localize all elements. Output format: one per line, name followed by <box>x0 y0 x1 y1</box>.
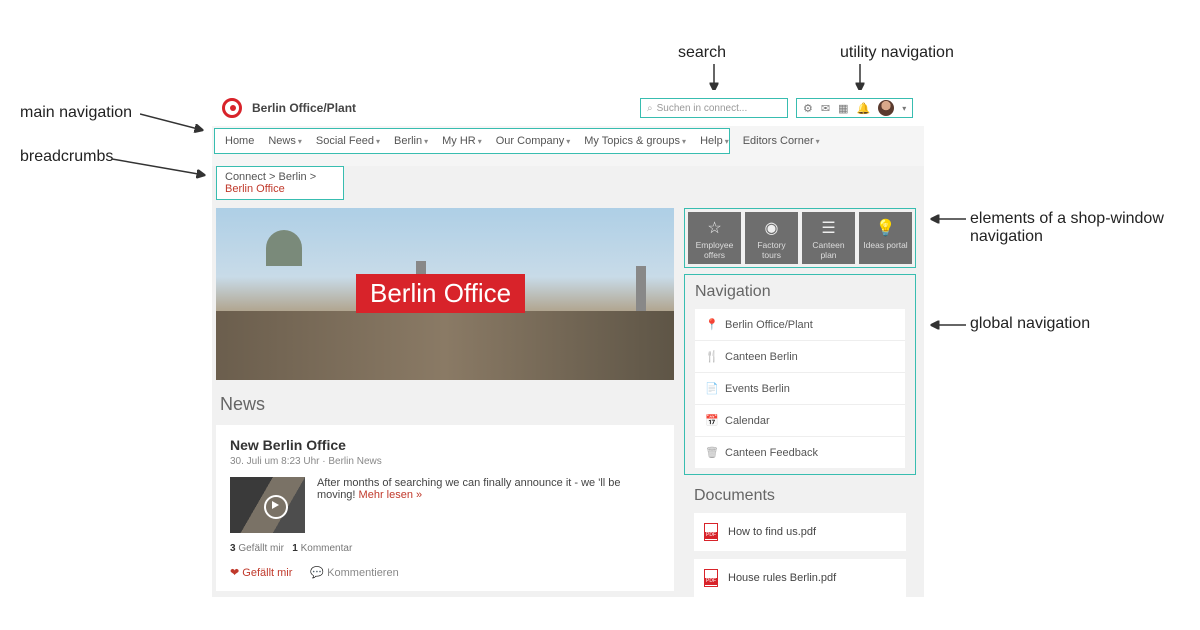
shop-window-nav: ☆Employee offers ◉Factory tours ☰Canteen… <box>684 208 916 268</box>
bell-icon[interactable]: 🔔 <box>857 102 871 115</box>
apps-icon[interactable]: ▦ <box>838 102 848 115</box>
news-card: New Berlin Office 30. Juli um 8:23 Uhr ·… <box>216 425 674 591</box>
site-title: Berlin Office/Plant <box>252 101 356 115</box>
global-navigation-panel: Navigation 📍Berlin Office/Plant 🍴Canteen… <box>684 274 916 475</box>
sw-ideas-portal[interactable]: 💡Ideas portal <box>859 212 912 264</box>
news-video-thumb[interactable] <box>230 477 305 533</box>
news-meta: 30. Juli um 8:23 Uhr · Berlin News <box>230 456 660 467</box>
nav-news[interactable]: News▾ <box>268 135 302 147</box>
intranet-screenshot: Berlin Office/Plant ⌕ Suchen in connect.… <box>212 90 924 597</box>
nav-panel-title: Navigation <box>695 283 905 301</box>
annotation-breadcrumbs: breadcrumbs <box>20 148 113 166</box>
nav-help[interactable]: Help▾ <box>700 135 729 147</box>
calendar-icon: 📅 <box>705 414 717 427</box>
header-bar: Berlin Office/Plant ⌕ Suchen in connect.… <box>212 90 924 126</box>
nav-item-events[interactable]: 📄Events Berlin <box>695 373 905 405</box>
read-more-link[interactable]: Mehr lesen » <box>359 489 423 501</box>
nav-my-hr[interactable]: My HR▾ <box>442 135 482 147</box>
like-button[interactable]: ❤ Gefällt mir <box>230 566 292 579</box>
doc-how-to-find-us[interactable]: How to find us.pdf <box>694 513 906 551</box>
avatar[interactable] <box>878 100 894 116</box>
documents-panel: Documents How to find us.pdf House rules… <box>684 487 916 597</box>
nav-item-calendar[interactable]: 📅Calendar <box>695 405 905 437</box>
news-excerpt: After months of searching we can finally… <box>317 477 660 501</box>
pdf-icon <box>704 523 718 541</box>
news-heading: News <box>220 394 674 415</box>
nav-social-feed[interactable]: Social Feed▾ <box>316 135 380 147</box>
chat-icon[interactable]: ✉ <box>821 102 830 115</box>
breadcrumb-item[interactable]: Berlin <box>279 171 307 183</box>
logo-icon <box>222 98 242 118</box>
annotation-main-nav: main navigation <box>20 104 132 122</box>
bulb-icon: 💡 <box>861 218 910 238</box>
annotation-utility-nav: utility navigation <box>840 44 954 62</box>
doc-icon: 📄 <box>705 382 717 395</box>
nav-topics-groups[interactable]: My Topics & groups▾ <box>584 135 686 147</box>
main-navigation: Home News▾ Social Feed▾ Berlin▾ My HR▾ O… <box>214 128 730 154</box>
nav-item-berlin-office[interactable]: 📍Berlin Office/Plant <box>695 309 905 341</box>
eye-icon: ◉ <box>747 218 796 238</box>
annotation-search: search <box>678 44 726 62</box>
settings-icon[interactable]: ⚙ <box>803 102 813 115</box>
sw-employee-offers[interactable]: ☆Employee offers <box>688 212 741 264</box>
search-input[interactable]: ⌕ Suchen in connect... <box>640 98 788 118</box>
news-title[interactable]: New Berlin Office <box>230 437 660 453</box>
annotation-shop-window: elements of a shop-window navigation <box>970 210 1180 246</box>
sw-canteen-plan[interactable]: ☰Canteen plan <box>802 212 855 264</box>
hero-title: Berlin Office <box>356 274 525 313</box>
sw-factory-tours[interactable]: ◉Factory tours <box>745 212 798 264</box>
burger-icon: ☰ <box>804 218 853 238</box>
nav-home[interactable]: Home <box>225 135 254 147</box>
star-icon: ☆ <box>690 218 739 238</box>
doc-house-rules[interactable]: House rules Berlin.pdf <box>694 559 906 597</box>
nav-item-canteen-feedback[interactable]: 🗑Canteen Feedback <box>695 437 905 468</box>
news-stats: 3 Gefällt mir 1 Kommentar <box>230 543 660 554</box>
pin-icon: 📍 <box>705 318 717 331</box>
breadcrumb-current: Berlin Office <box>225 183 285 195</box>
nav-item-canteen[interactable]: 🍴Canteen Berlin <box>695 341 905 373</box>
chevron-down-icon[interactable]: ▾ <box>902 104 906 113</box>
breadcrumb-item[interactable]: Connect <box>225 171 266 183</box>
trash-icon: 🗑 <box>705 446 717 459</box>
hero-image: Berlin Office <box>216 208 674 380</box>
search-placeholder: Suchen in connect... <box>657 103 748 114</box>
cutlery-icon: 🍴 <box>705 350 717 363</box>
search-icon: ⌕ <box>647 103 653 114</box>
annotation-global-nav: global navigation <box>970 315 1090 333</box>
nav-our-company[interactable]: Our Company▾ <box>496 135 571 147</box>
pdf-icon <box>704 569 718 587</box>
utility-navigation: ⚙ ✉ ▦ 🔔 ▾ <box>796 98 913 118</box>
comment-button[interactable]: 💬 Kommentieren <box>310 566 398 579</box>
nav-editors-corner[interactable]: Editors Corner▾ <box>743 135 820 147</box>
documents-title: Documents <box>694 487 906 505</box>
breadcrumb: Connect > Berlin > Berlin Office <box>216 166 344 200</box>
nav-berlin[interactable]: Berlin▾ <box>394 135 428 147</box>
